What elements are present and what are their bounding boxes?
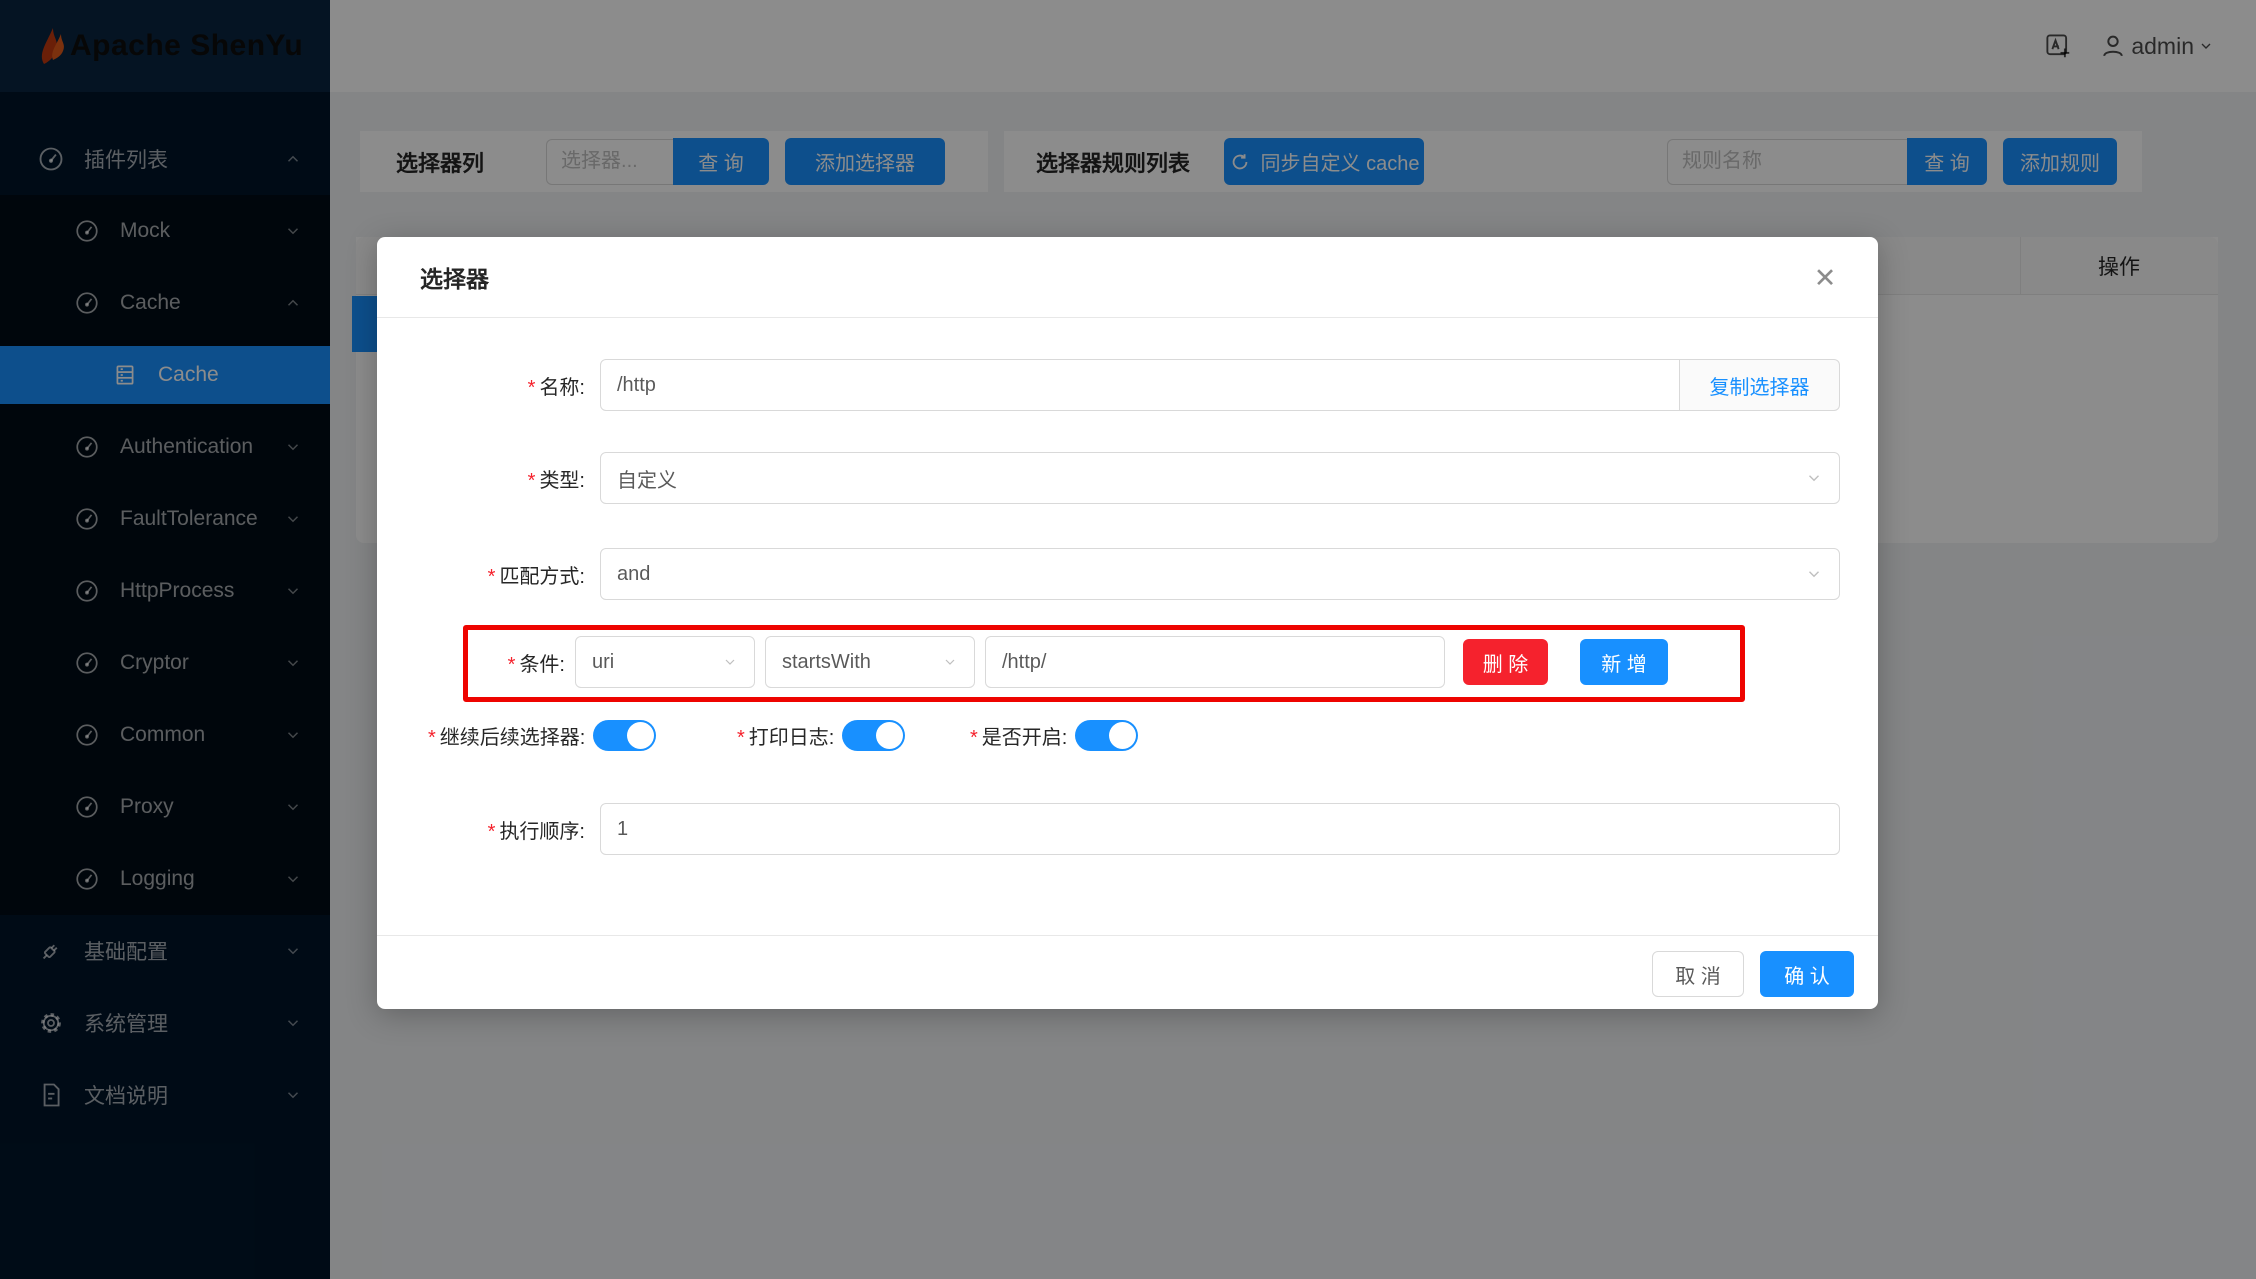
- chevron-down-icon: [942, 654, 958, 670]
- sort-label: *执行顺序:: [377, 815, 585, 844]
- app-stage: Apache ShenYu 插件列表 Mock: [0, 0, 2256, 1279]
- enabled-switch[interactable]: [1075, 720, 1138, 751]
- match-select[interactable]: and: [600, 548, 1840, 600]
- required-asterisk: *: [737, 727, 745, 749]
- condition-value-input[interactable]: [985, 636, 1445, 688]
- selector-modal: 选择器 ✕ *名称: 复制选择器 *类型: 自定义 *匹配方式:: [377, 237, 1878, 1009]
- continue-switch[interactable]: [593, 720, 656, 751]
- enabled-label: *是否开启:: [970, 721, 1067, 750]
- required-asterisk: *: [508, 654, 516, 676]
- type-label: *类型:: [377, 464, 585, 493]
- log-switch-group: *打印日志:: [737, 720, 905, 751]
- modal-footer: 取 消 确 认: [377, 935, 1878, 1009]
- modal-title: 选择器: [420, 260, 489, 294]
- match-field-row: *匹配方式: and: [377, 548, 1840, 600]
- log-switch[interactable]: [842, 720, 905, 751]
- condition-operator-select[interactable]: startsWith: [765, 636, 975, 688]
- copy-selector-addon: 复制选择器: [1680, 359, 1840, 411]
- name-field-row: *名称: 复制选择器: [377, 359, 1840, 411]
- condition-field-row: *条件: uri startsWith 删 除 新 增: [377, 636, 1668, 688]
- delete-condition-button[interactable]: 删 除: [1463, 639, 1548, 685]
- required-asterisk: *: [488, 566, 496, 588]
- type-field-row: *类型: 自定义: [377, 452, 1840, 504]
- required-asterisk: *: [970, 727, 978, 749]
- name-input[interactable]: [600, 359, 1680, 411]
- continue-label: *继续后续选择器:: [428, 721, 585, 750]
- chevron-down-icon: [1805, 469, 1823, 487]
- required-asterisk: *: [428, 727, 436, 749]
- sort-input[interactable]: [600, 803, 1840, 855]
- match-label: *匹配方式:: [377, 560, 585, 589]
- type-select[interactable]: 自定义: [600, 452, 1840, 504]
- required-asterisk: *: [528, 470, 536, 492]
- continue-switch-group: *继续后续选择器:: [428, 720, 656, 751]
- close-icon[interactable]: ✕: [1806, 259, 1844, 297]
- chevron-down-icon: [1805, 565, 1823, 583]
- cancel-button[interactable]: 取 消: [1652, 951, 1744, 997]
- sort-field-row: *执行顺序:: [377, 803, 1840, 855]
- log-label: *打印日志:: [737, 721, 834, 750]
- condition-param-select[interactable]: uri: [575, 636, 755, 688]
- name-label: *名称:: [377, 371, 585, 400]
- confirm-button[interactable]: 确 认: [1760, 951, 1854, 997]
- chevron-down-icon: [722, 654, 738, 670]
- modal-header: 选择器 ✕: [377, 237, 1878, 318]
- condition-label: *条件:: [377, 648, 565, 677]
- copy-selector-link[interactable]: 复制选择器: [1710, 371, 1810, 400]
- required-asterisk: *: [528, 377, 536, 399]
- add-condition-button[interactable]: 新 增: [1580, 639, 1668, 685]
- enabled-switch-group: *是否开启:: [970, 720, 1138, 751]
- required-asterisk: *: [488, 821, 496, 843]
